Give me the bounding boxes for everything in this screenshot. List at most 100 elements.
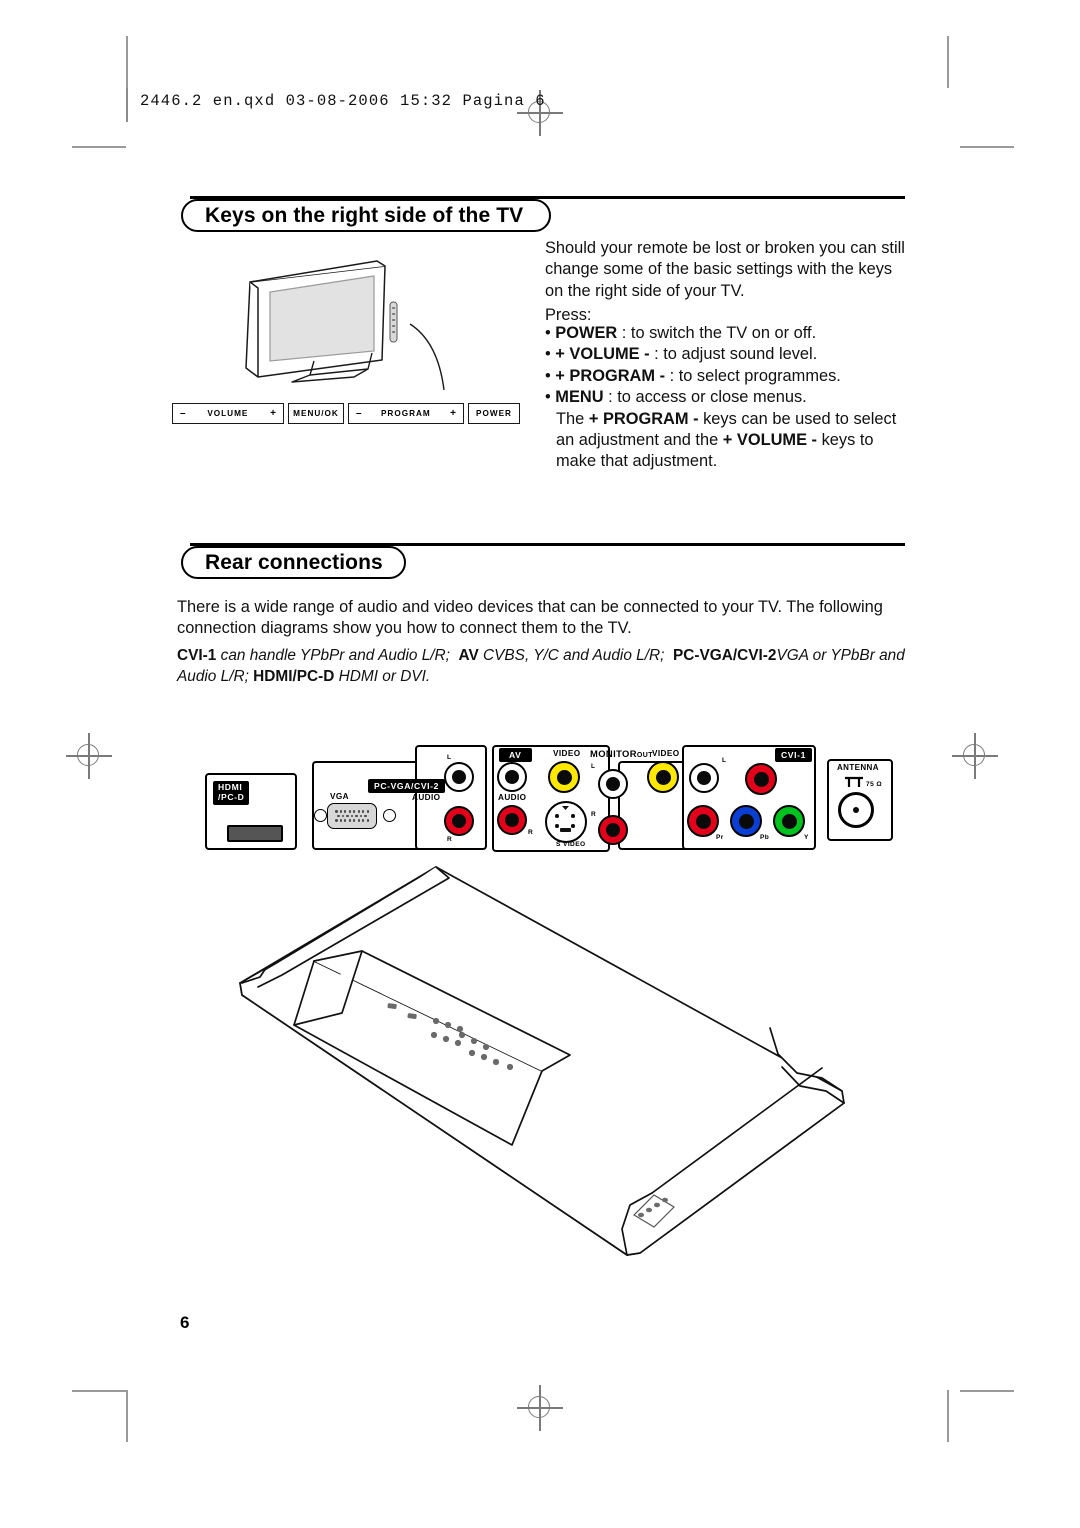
- vga-screw-hole-right: [383, 809, 396, 822]
- keys-section-heading: Keys on the right side of the TV: [181, 199, 551, 232]
- monitor-out-tag-small: OUT: [636, 752, 653, 759]
- cvi1-jack-l-label: L: [722, 757, 727, 764]
- crop-mark-top-left-horizontal: [72, 146, 126, 148]
- key-menu-ok[interactable]: MENU/OK: [288, 403, 344, 424]
- rear-section-heading: Rear connections: [181, 546, 406, 579]
- cvi1-jack-r: [745, 763, 777, 795]
- cap-hdmi-key: HDMI/PC-D: [253, 668, 335, 685]
- crop-mark-bottom-right-horizontal: [960, 1390, 1014, 1392]
- av-audio-label: AUDIO: [498, 793, 527, 802]
- keys-bullet-menu-desc: : to access or close menus.: [608, 388, 807, 407]
- hdmi-tag-line2: /PC-D: [218, 791, 245, 802]
- keys-bullet-volume-key: + VOLUME -: [555, 345, 650, 364]
- registration-mark-right: [952, 733, 998, 779]
- cvi1-jack-y: [773, 805, 805, 837]
- crop-mark-top-left-vertical: [126, 36, 128, 88]
- keys-bullet-power-desc: : to switch the TV on or off.: [621, 324, 817, 342]
- monitor-out-jack-l-label: L: [591, 763, 596, 770]
- cap-cvi1-desc: can handle YPbPr and Audio L/R;: [220, 647, 450, 664]
- key-volume[interactable]: – VOLUME +: [172, 403, 284, 424]
- keys-bullet-power-key: POWER: [555, 324, 618, 342]
- pcvga-tag: PC-VGA/CVI-2: [368, 779, 445, 793]
- vga-screw-hole-left: [314, 809, 327, 822]
- cvi1-jack-pr-label: Pr: [716, 834, 724, 841]
- tv-side-key-strip: – VOLUME + MENU/OK – PROGRAM + POWER: [172, 403, 520, 424]
- file-header: 2446.2 en.qxd 03-08-2006 15:32 Pagina 6: [126, 88, 556, 122]
- av-jack-video: [548, 761, 580, 793]
- pcvga-audio-label: AUDIO: [412, 793, 441, 802]
- rear-capabilities-text: CVI-1 can handle YPbPr and Audio L/R; AV…: [177, 645, 912, 687]
- keys-bullet-menu: • MENU : to access or close menus.: [545, 388, 807, 407]
- antenna-tag: ANTENNA: [837, 763, 879, 772]
- registration-mark-bottom: [517, 1385, 563, 1431]
- rear-section-heading-label: Rear connections: [205, 550, 383, 574]
- cvi1-jack-pb: [730, 805, 762, 837]
- page-number: 6: [180, 1313, 190, 1332]
- vga-port: [327, 803, 377, 829]
- av-jack-l-label: L: [527, 757, 532, 764]
- monitor-out-jack-l: [598, 769, 628, 799]
- keys-bullet-volume: • + VOLUME - : to adjust sound level.: [545, 345, 818, 364]
- s-video-port: [545, 801, 587, 843]
- antenna-impedance-label: 75 Ω: [866, 781, 883, 788]
- cvi1-jack-pb-label: Pb: [760, 834, 770, 841]
- monitor-out-jack-video: [647, 761, 679, 793]
- keys-note-part1: The: [556, 409, 589, 428]
- hdmi-port: [227, 825, 283, 842]
- keys-section-heading-label: Keys on the right side of the TV: [205, 203, 524, 227]
- cvi1-jack-pr: [687, 805, 719, 837]
- av-jack-r: [497, 805, 527, 835]
- file-header-text: 2446.2 en.qxd 03-08-2006 15:32 Pagina 6: [140, 92, 546, 110]
- keys-bullet-program-key: + PROGRAM -: [555, 366, 666, 385]
- hdmi-tag: HDMI /PC-D: [213, 781, 250, 805]
- keys-note: The + PROGRAM - keys can be used to sele…: [545, 409, 915, 473]
- monitor-out-video-label: VIDEO: [652, 749, 680, 758]
- key-program-plus[interactable]: +: [450, 408, 456, 419]
- crop-mark-bottom-right-vertical: [947, 1390, 949, 1442]
- av-jack-r-label: R: [528, 829, 534, 836]
- cap-pcvga-key: PC-VGA/CVI-2: [672, 647, 777, 664]
- keys-bullet-power: • POWER : to switch the TV on or off.: [545, 324, 817, 342]
- keys-bullet-program-desc: : to select programmes.: [669, 366, 841, 385]
- cvi1-jack-y-label: Y: [804, 834, 809, 841]
- pcvga-jack-r-label: R: [447, 836, 453, 843]
- pcvga-jack-r: [444, 806, 474, 836]
- pcvga-jack-l: [444, 762, 474, 792]
- crop-mark-bottom-left-vertical: [126, 1390, 128, 1442]
- keys-intro-text: Should your remote be lost or broken you…: [545, 239, 905, 300]
- monitor-out-tag-bold: MONITOR: [590, 748, 637, 759]
- key-program-label: PROGRAM: [380, 409, 431, 418]
- keys-note-volume: + VOLUME -: [722, 431, 818, 450]
- antenna-symbol-icon: [845, 776, 863, 787]
- crop-mark-bottom-left-horizontal: [72, 1390, 126, 1392]
- av-video-label: VIDEO: [553, 749, 581, 758]
- monitor-out-jack-r: [598, 815, 628, 845]
- key-power[interactable]: POWER: [468, 403, 520, 424]
- key-volume-minus[interactable]: –: [180, 408, 186, 419]
- monitor-out-jack-r-label: R: [591, 811, 597, 818]
- cvi1-jack-r-label: R: [778, 757, 784, 764]
- pcvga-vga-label: VGA: [330, 792, 349, 801]
- cap-cvi1-key: CVI-1: [177, 647, 217, 664]
- key-program[interactable]: – PROGRAM +: [348, 403, 464, 424]
- s-video-label: S VIDEO: [556, 841, 586, 848]
- pcvga-jack-l-label: L: [447, 754, 452, 761]
- hdmi-tag-line1: HDMI: [218, 782, 243, 792]
- cvi1-jack-l: [689, 763, 719, 793]
- monitor-out-tag: MONITOROUT: [590, 748, 653, 759]
- av-jack-l: [497, 762, 527, 792]
- connector-block-hdmi: HDMI /PC-D: [205, 773, 297, 850]
- key-power-label: POWER: [476, 409, 512, 418]
- key-program-minus[interactable]: –: [356, 408, 362, 419]
- key-volume-plus[interactable]: +: [270, 408, 276, 419]
- key-volume-label: VOLUME: [207, 409, 249, 418]
- tv-rear-illustration: [239, 866, 845, 1256]
- keys-bullet-program: • + PROGRAM - : to select programmes.: [545, 366, 841, 385]
- crop-mark-top-right-horizontal: [960, 146, 1014, 148]
- keys-bullet-volume-desc: : to adjust sound level.: [654, 345, 818, 364]
- keys-bullet-menu-key: MENU: [555, 388, 604, 407]
- registration-mark-left: [66, 733, 112, 779]
- keys-note-program: + PROGRAM -: [588, 409, 699, 428]
- rear-connector-panel: HDMI /PC-D PC-VGA/CVI-2 VGA AUDIO L R AV…: [200, 735, 893, 855]
- crop-mark-top-right-vertical: [947, 36, 949, 88]
